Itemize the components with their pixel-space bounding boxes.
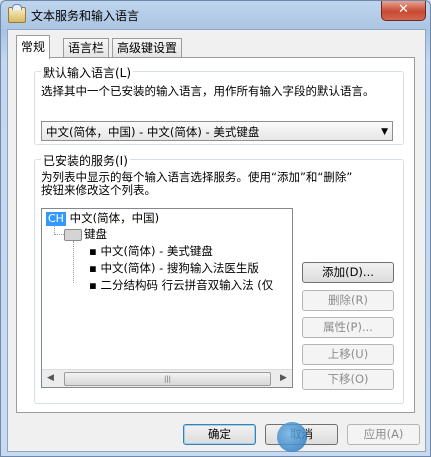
tree-category-node[interactable]: 键盘 [84, 226, 107, 242]
tree-category-label: 键盘 [84, 227, 107, 241]
tab-advanced-key-settings[interactable]: 高级键设置 [112, 38, 183, 58]
tab-language-bar[interactable]: 语言栏 [63, 38, 110, 58]
ok-button[interactable]: 确定 [183, 424, 256, 445]
tree-bullet: ▪ [89, 278, 101, 292]
tree-language-node[interactable]: CH 中文(简体，中国) [46, 210, 159, 226]
tree-item[interactable]: ▪ 中文(简体) - 美式键盘 [89, 243, 213, 259]
tree-bullet: ▪ [89, 261, 101, 275]
apply-button[interactable]: 应用(A) [347, 424, 420, 445]
close-button[interactable]: ✕ [381, 1, 426, 21]
tree-language-label: 中文(简体，中国) [69, 211, 160, 225]
default-language-value: 中文(简体，中国) - 中文(简体) - 美式键盘 [46, 125, 260, 139]
language-badge: CH [46, 212, 66, 226]
tree-item-label: 中文(简体) - 美式键盘 [100, 244, 213, 258]
horizontal-scrollbar[interactable]: ◀ ||| ▶ [42, 369, 292, 387]
tree-item-label: 中文(简体) - 搜狗输入法医生版 [100, 261, 259, 275]
tree-item[interactable]: ▪ 二分结构码 行云拼音双输入法 (仅 [89, 277, 273, 293]
dropdown-arrow-icon[interactable]: ▼ [381, 122, 388, 142]
tree-item-label: 二分结构码 行云拼音双输入法 (仅 [100, 278, 274, 292]
services-tree[interactable]: CH 中文(简体，中国) 键盘 ▪ 中文(简体) - 美式键盘 ▪ 中文(简体)… [41, 208, 293, 388]
cancel-button[interactable]: 取消 [265, 424, 338, 445]
title-bar[interactable]: 文本服务和输入语言 ✕ [1, 1, 430, 29]
installed-services-description-2: 按钮来修改这个列表。 [41, 183, 156, 197]
tree-connector [73, 241, 74, 283]
move-up-button[interactable]: 上移(U) [302, 344, 394, 365]
tab-general[interactable]: 常规 [16, 35, 51, 59]
default-language-description: 选择其中一个已安装的输入语言，用作所有输入字段的默认语言。 [41, 84, 375, 98]
tree-connector [54, 234, 64, 235]
tree-bullet: ▪ [89, 244, 101, 258]
scroll-right-icon[interactable]: ▶ [275, 370, 292, 387]
scroll-left-icon[interactable]: ◀ [42, 370, 59, 387]
move-down-button[interactable]: 下移(O) [302, 369, 394, 390]
tree-item[interactable]: ▪ 中文(简体) - 搜狗输入法医生版 [89, 260, 259, 276]
keyboard-icon [64, 229, 82, 241]
default-language-select[interactable]: 中文(简体，中国) - 中文(简体) - 美式键盘 ▼ [41, 121, 393, 141]
dialog-window: 文本服务和输入语言 ✕ 常规 语言栏 高级键设置 默认输入语言(L) 选择其中一… [0, 0, 431, 457]
scrollbar-thumb[interactable]: ||| [64, 372, 271, 386]
installed-services-label: 已安装的服务(I) [41, 152, 130, 169]
keyboard-globe-icon [8, 4, 26, 23]
default-language-label: 默认输入语言(L) [41, 64, 134, 81]
window-title: 文本服务和输入语言 [31, 9, 140, 23]
properties-button[interactable]: 属性(P)... [302, 317, 394, 338]
dialog-client-area: 常规 语言栏 高级键设置 默认输入语言(L) 选择其中一个已安装的输入语言，用作… [7, 29, 426, 452]
remove-button[interactable]: 删除(R) [302, 290, 394, 311]
add-button[interactable]: 添加(D)... [302, 262, 394, 283]
